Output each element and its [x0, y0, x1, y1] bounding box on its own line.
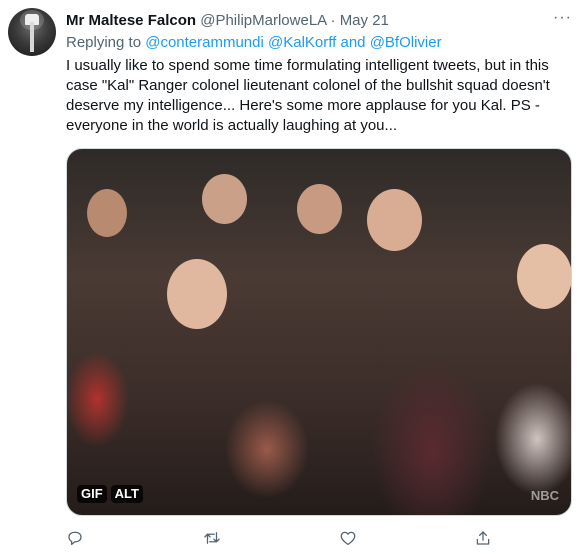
mention-and[interactable]: and — [341, 34, 366, 51]
mention-link[interactable]: @BfOlivier — [370, 34, 442, 51]
tweet-actions — [66, 529, 496, 549]
like-icon[interactable] — [339, 529, 359, 549]
nbc-watermark: NBC — [530, 488, 559, 503]
alt-badge[interactable]: ALT — [110, 485, 143, 503]
media-badges: GIF ALT — [77, 485, 143, 503]
retweet-icon[interactable] — [203, 529, 223, 549]
tweet-text: I usually like to spend some time formul… — [66, 57, 550, 134]
mention-link[interactable]: @conterammundi — [145, 34, 264, 51]
crowd-figure — [517, 244, 571, 309]
separator-dot: · — [330, 12, 336, 29]
tweet-gif[interactable]: GIF ALT NBC — [66, 148, 572, 516]
reply-icon[interactable] — [66, 529, 86, 549]
more-options-icon[interactable]: ··· — [553, 10, 572, 26]
tweet-header: Mr Maltese Falcon @PhilipMarloweLA · May… — [66, 12, 542, 30]
author-name[interactable]: Mr Maltese Falcon — [66, 12, 196, 29]
crowd-figure — [367, 189, 422, 251]
avatar[interactable] — [8, 8, 56, 56]
mention-link[interactable]: @KalKorff — [268, 34, 336, 51]
crowd-figure — [167, 259, 227, 329]
crowd-figure — [297, 184, 342, 234]
replying-to-line: Replying to @conterammundi @KalKorff and… — [66, 34, 442, 52]
author-handle[interactable]: @PhilipMarloweLA — [200, 12, 326, 29]
share-icon[interactable] — [474, 529, 494, 549]
crowd-figure — [202, 174, 247, 224]
replying-to-label: Replying to — [66, 34, 142, 51]
crowd-figure — [87, 189, 127, 237]
gif-badge: GIF — [77, 485, 107, 503]
tweet-date[interactable]: May 21 — [340, 12, 389, 29]
